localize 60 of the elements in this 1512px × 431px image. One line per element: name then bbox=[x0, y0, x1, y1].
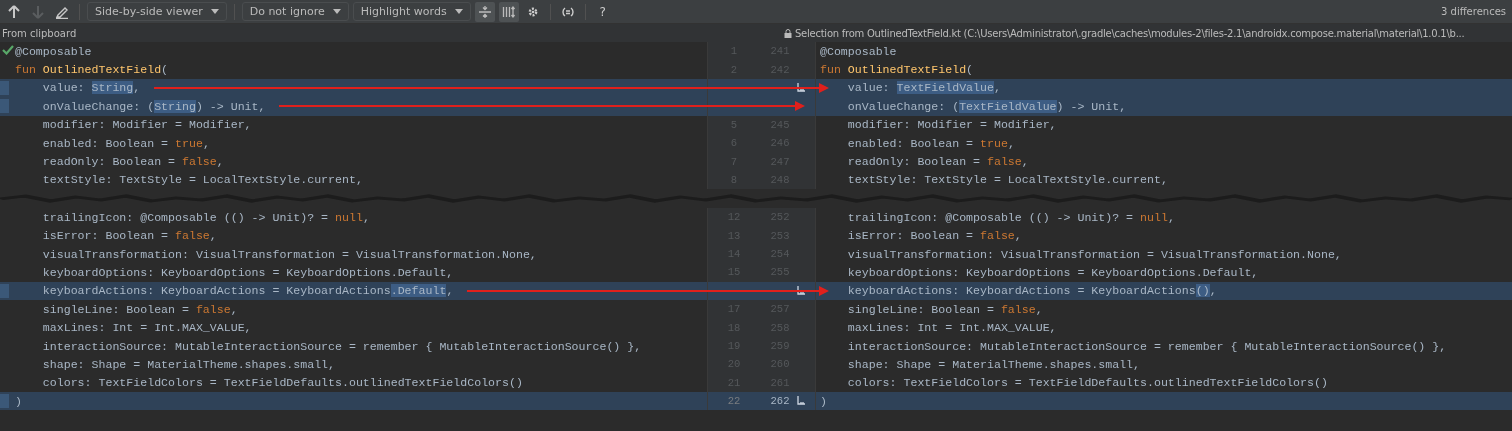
sync-scroll-toggle[interactable] bbox=[498, 1, 519, 22]
apply-change-icon[interactable] bbox=[796, 285, 806, 296]
code-line: value: TextFieldValue, bbox=[846, 81, 1001, 95]
dropdown[interactable]: Highlight words bbox=[352, 2, 471, 21]
collapse-unchanged-toggle[interactable] bbox=[474, 1, 495, 22]
columns-icon bbox=[501, 4, 516, 19]
code-line: onValueChange: (String) -> Unit, bbox=[41, 99, 266, 113]
code-line: value: String, bbox=[41, 81, 141, 95]
down-arrow-icon bbox=[32, 4, 44, 19]
apply-change-icon[interactable] bbox=[796, 82, 806, 93]
code-line: readOnly: Boolean = false, bbox=[41, 155, 224, 169]
line-number: 262 bbox=[769, 395, 791, 408]
caret-icon bbox=[454, 9, 463, 14]
code-line: colors: TextFieldColors = TextFieldDefaults.outlinedTextFieldColors() bbox=[846, 376, 1328, 390]
code-line: singleLine: Boolean = false, bbox=[846, 302, 1043, 316]
up-arrow-icon bbox=[8, 4, 20, 19]
code-line: onValueChange: (TextFieldValue) -> Unit, bbox=[846, 99, 1127, 113]
code-line: colors: TextFieldColors = TextFieldDefaults.outlinedTextFieldColors() bbox=[41, 376, 523, 390]
dropdown[interactable]: Side-by-side viewer bbox=[87, 2, 227, 21]
code-line: keyboardOptions: KeyboardOptions = KeyboardOptions.Default, bbox=[846, 266, 1259, 279]
code-line: enabled: Boolean = true, bbox=[846, 136, 1015, 150]
left-source-label: From clipboard bbox=[1, 27, 78, 39]
code-line: shape: Shape = MaterialTheme.shapes.small, bbox=[846, 357, 1141, 371]
code-line: maxLines: Int = Int.MAX_VALUE, bbox=[41, 321, 252, 335]
caret-icon bbox=[332, 9, 341, 14]
code-line: modifier: Modifier = Modifier, bbox=[41, 118, 252, 132]
caret-icon bbox=[210, 9, 219, 14]
help-button[interactable]: ? bbox=[592, 1, 613, 22]
code-line: fun OutlinedTextField( bbox=[15, 63, 169, 77]
code-line: interactionSource: MutableInteractionSource = remember { MutableInteractionSource() }, bbox=[846, 339, 1447, 353]
right-source-label: Selection from OutlinedTextField.kt (C:\Users\Administrator\.gradle\caches\modules-2\files-2.1\androidx.compose.material\material\1.0.1\b... bbox=[795, 27, 1465, 39]
code-line: ) bbox=[15, 394, 22, 408]
code-line: isError: Boolean = false, bbox=[846, 229, 1022, 243]
code-line: keyboardActions: KeyboardActions = KeyboardActions(), bbox=[846, 284, 1217, 298]
code-line: maxLines: Int = Int.MAX_VALUE, bbox=[846, 321, 1057, 335]
apply-change-icon[interactable] bbox=[796, 396, 806, 407]
code-line: ) bbox=[820, 394, 827, 408]
line-number: 22 bbox=[726, 395, 742, 408]
code-line: isError: Boolean = false, bbox=[41, 229, 217, 243]
differences-count: 3 differences bbox=[1441, 6, 1507, 17]
code-line: shape: Shape = MaterialTheme.shapes.small, bbox=[41, 357, 336, 371]
collapse-icon bbox=[477, 4, 492, 19]
code-line: @Composable bbox=[15, 44, 92, 58]
code-line: trailingIcon: @Composable (() -> Unit)? = null, bbox=[41, 210, 370, 224]
code-line: textStyle: TextStyle = LocalTextStyle.current, bbox=[41, 173, 363, 187]
code-line: singleLine: Boolean = false, bbox=[41, 302, 238, 316]
dropdown[interactable]: Do not ignore bbox=[241, 2, 349, 21]
code-line: @Composable bbox=[820, 44, 897, 58]
code-line: textStyle: TextStyle = LocalTextStyle.current, bbox=[846, 173, 1168, 187]
code-line: keyboardOptions: KeyboardOptions = KeyboardOptions.Default, bbox=[41, 266, 454, 279]
code-line: trailingIcon: @Composable (() -> Unit)? = null, bbox=[846, 210, 1175, 224]
code-line: visualTransformation: VisualTransformation = VisualTransformation.None, bbox=[41, 247, 537, 261]
code-line: modifier: Modifier = Modifier, bbox=[846, 118, 1057, 132]
code-line: enabled: Boolean = true, bbox=[41, 136, 210, 150]
code-line: visualTransformation: VisualTransformation = VisualTransformation.None, bbox=[846, 247, 1342, 261]
lock-icon bbox=[784, 28, 792, 38]
code-line: readOnly: Boolean = false, bbox=[846, 155, 1029, 169]
code-line: keyboardActions: KeyboardActions = KeyboardActions.Default, bbox=[41, 284, 454, 298]
code-line: fun OutlinedTextField( bbox=[820, 63, 974, 77]
code-line: interactionSource: MutableInteractionSource = remember { MutableInteractionSource() }, bbox=[41, 339, 642, 353]
